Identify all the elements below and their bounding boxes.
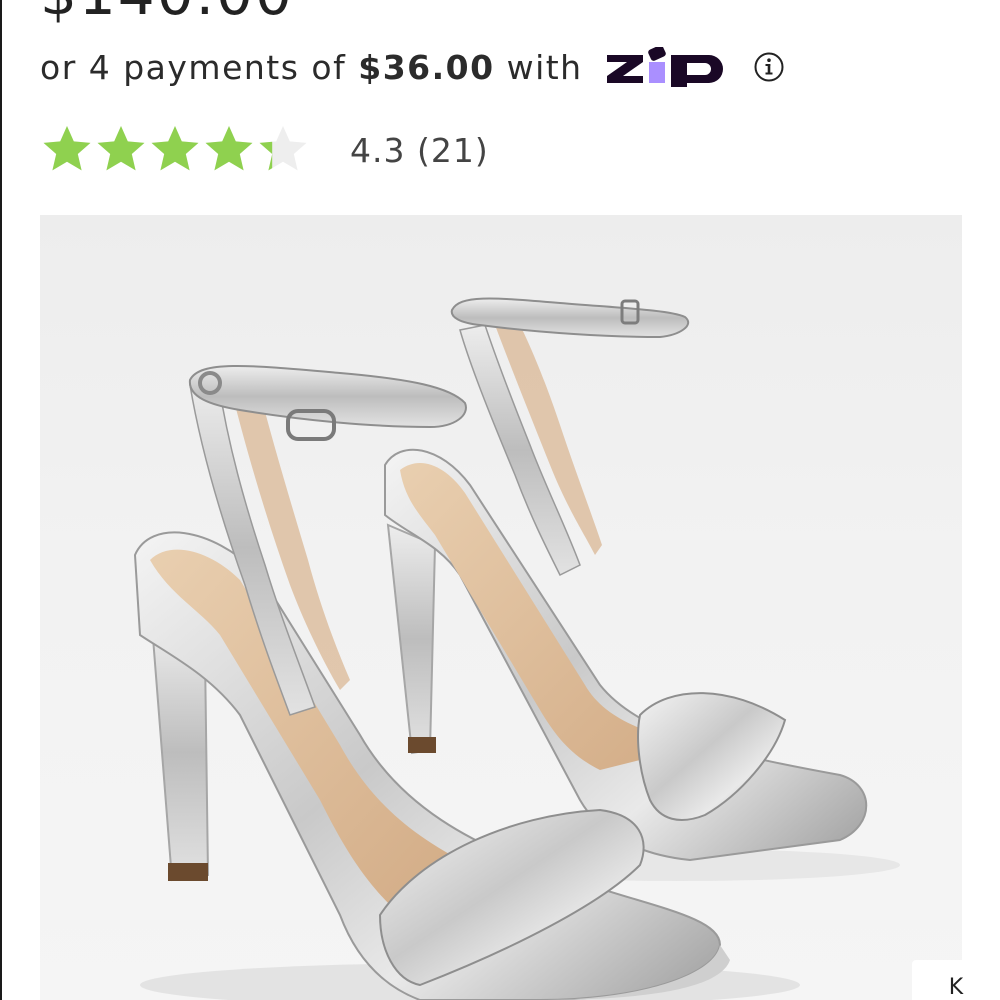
corner-button[interactable]: K <box>912 960 1000 1000</box>
installments-suffix: with <box>506 47 583 87</box>
product-image[interactable] <box>40 215 962 1000</box>
star-icon <box>43 126 91 171</box>
star-icon <box>151 126 199 171</box>
rating-count: (21) <box>416 130 489 170</box>
zip-logo[interactable] <box>605 45 735 87</box>
corner-button-label: K <box>948 975 964 1000</box>
star-rating <box>40 123 310 177</box>
installment-amount: $36.00 <box>358 47 495 87</box>
star-icon <box>97 126 145 171</box>
star-icon <box>205 126 253 171</box>
star-icon <box>259 126 307 171</box>
rating-summary: 4.3 (21) <box>350 131 489 170</box>
installments-row: or 4 payments of $36.00 with <box>40 42 785 92</box>
installments-prefix: or 4 payments of <box>40 47 347 87</box>
left-edge-rule <box>0 0 2 1000</box>
product-price: $140.00 <box>40 0 294 28</box>
rating-row[interactable]: 4.3 (21) <box>40 122 489 178</box>
info-icon[interactable] <box>753 51 785 83</box>
rating-score: 4.3 <box>350 130 406 170</box>
